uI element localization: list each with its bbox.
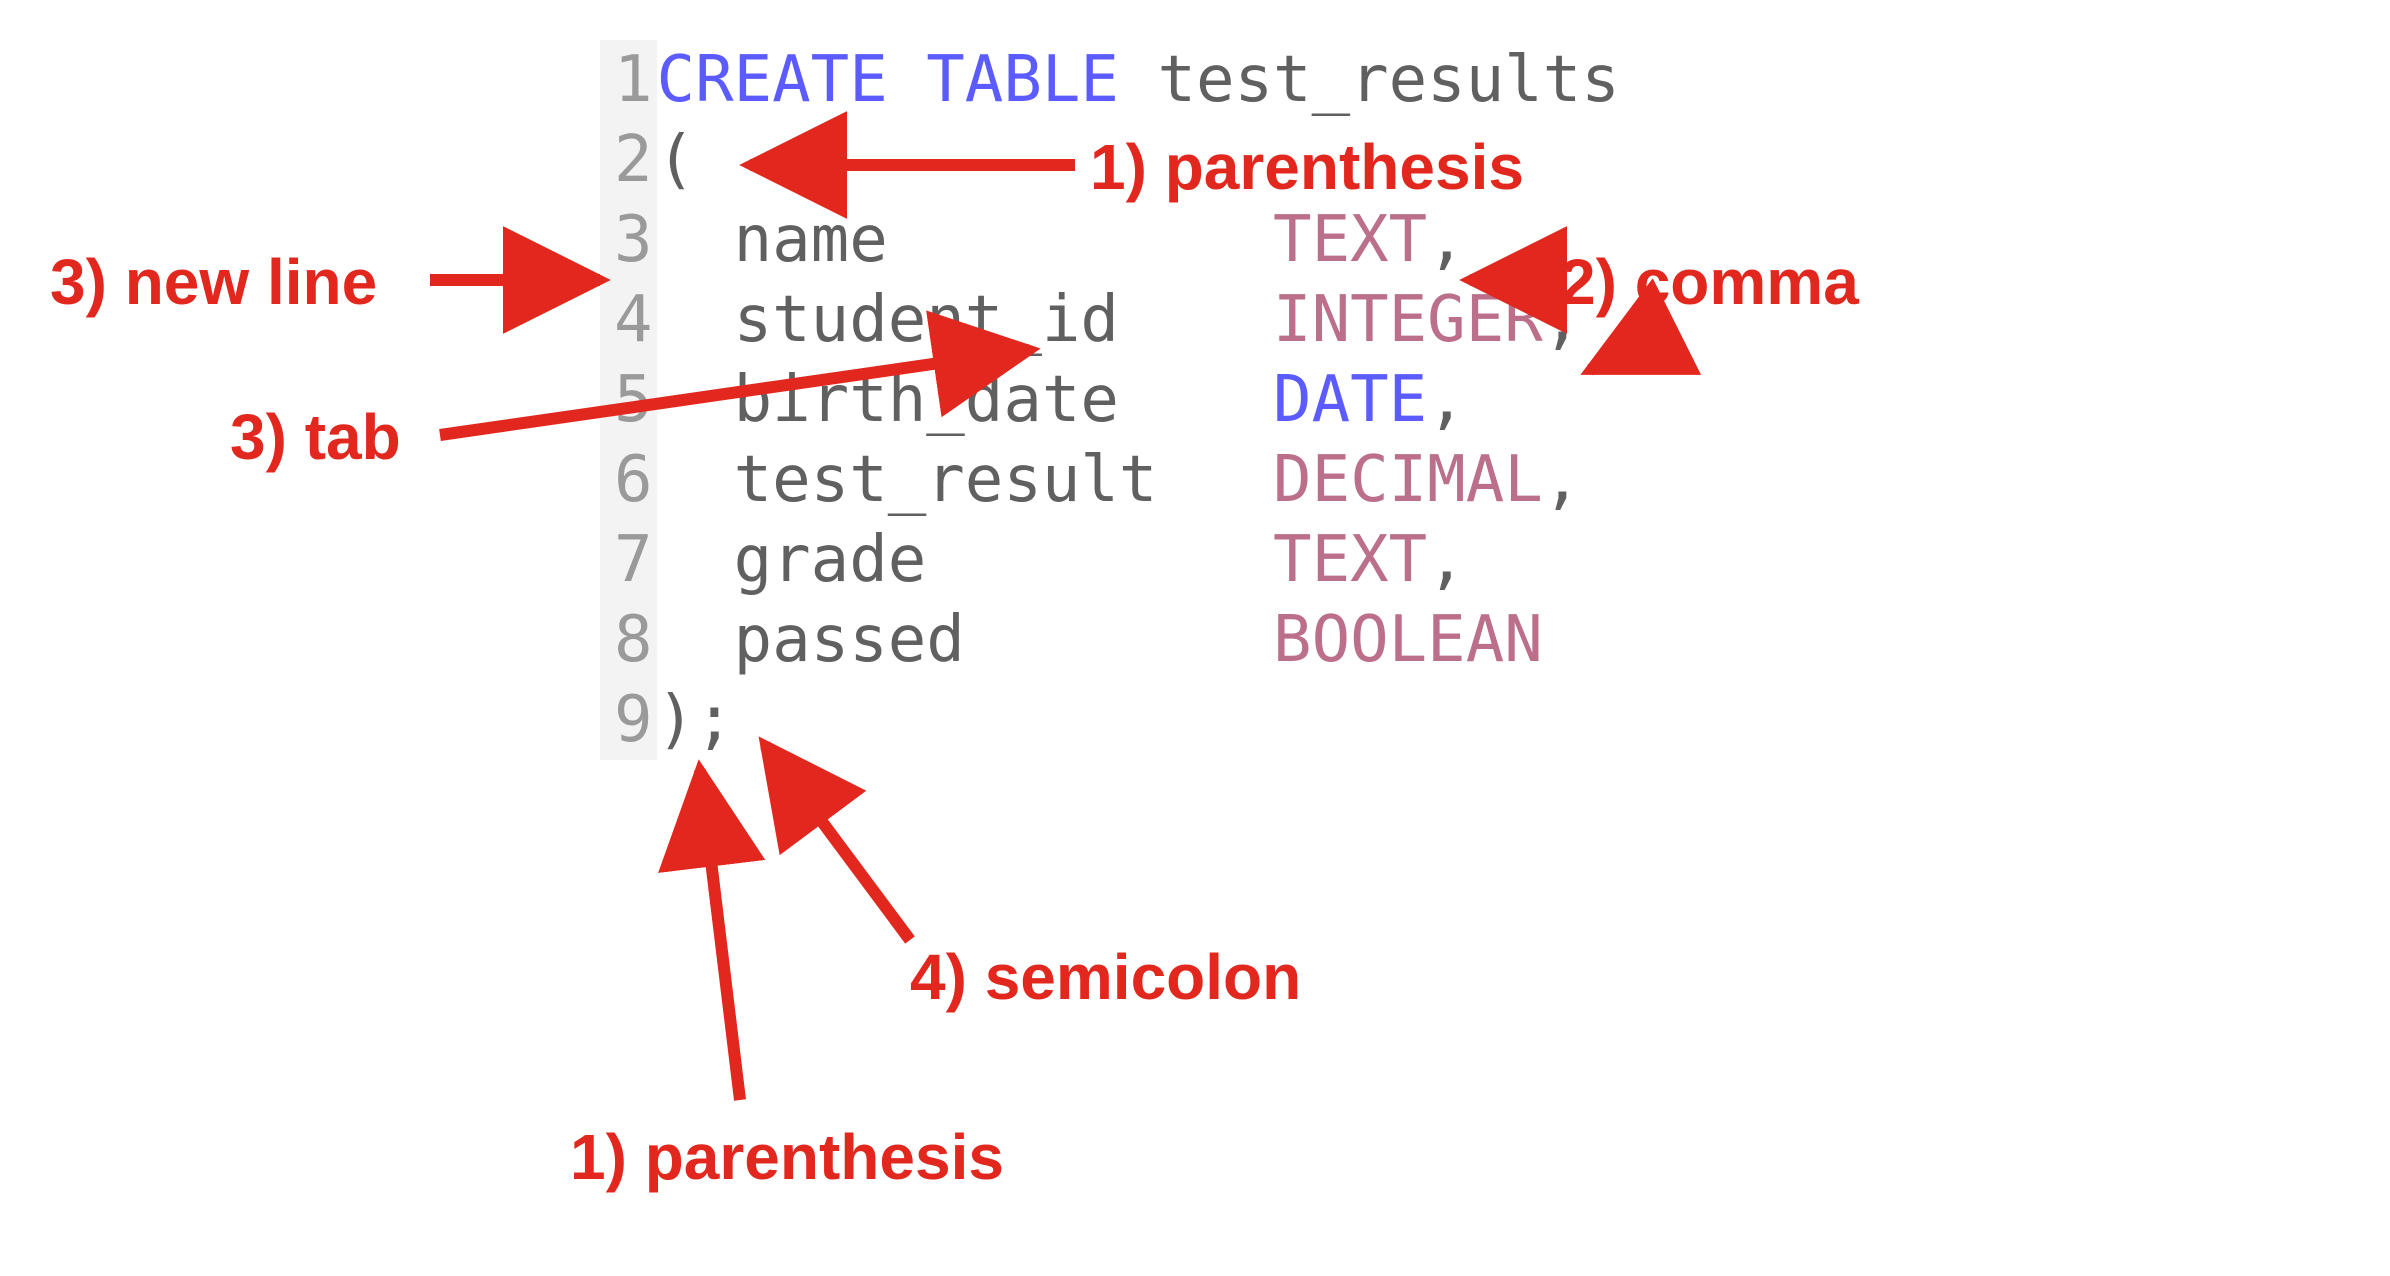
code-token: test_result bbox=[657, 443, 1274, 517]
annotation-parenthesis-bottom: 1) parenthesis bbox=[570, 1120, 1004, 1194]
code-line: test_result DECIMAL, bbox=[657, 440, 1620, 520]
code-line: name TEXT, bbox=[657, 200, 1620, 280]
annotation-parenthesis-top: 1) parenthesis bbox=[1090, 130, 1524, 204]
code-token: INTEGER bbox=[1273, 283, 1543, 357]
code-token bbox=[1119, 43, 1158, 117]
line-number: 2 bbox=[614, 120, 653, 200]
code-token: TEXT bbox=[1273, 523, 1427, 597]
code-token: ; bbox=[695, 683, 734, 757]
code-token: CREATE TABLE bbox=[657, 43, 1119, 117]
code-token: ) bbox=[657, 683, 696, 757]
line-number: 1 bbox=[614, 40, 653, 120]
code-line: student_id INTEGER, bbox=[657, 280, 1620, 360]
arrow-semicolon bbox=[765, 745, 910, 940]
line-number: 8 bbox=[614, 600, 653, 680]
line-number: 5 bbox=[614, 360, 653, 440]
code-token: DECIMAL bbox=[1273, 443, 1543, 517]
annotation-new-line: 3) new line bbox=[50, 245, 377, 319]
line-number: 7 bbox=[614, 520, 653, 600]
code-line: grade TEXT, bbox=[657, 520, 1620, 600]
code-line: passed BOOLEAN bbox=[657, 600, 1620, 680]
line-number: 4 bbox=[614, 280, 653, 360]
code-token: DATE bbox=[1273, 363, 1427, 437]
code-token: , bbox=[1427, 363, 1466, 437]
line-number: 3 bbox=[614, 200, 653, 280]
arrow-parenthesis-bottom bbox=[700, 770, 740, 1100]
code-line: birth_date DATE, bbox=[657, 360, 1620, 440]
code-line: CREATE TABLE test_results bbox=[657, 40, 1620, 120]
code-token: student_id bbox=[657, 283, 1274, 357]
annotation-tab: 3) tab bbox=[230, 400, 401, 474]
code-token: test_results bbox=[1157, 43, 1619, 117]
code-token: grade bbox=[657, 523, 1274, 597]
line-number-gutter: 123456789 bbox=[600, 40, 657, 760]
line-number: 6 bbox=[614, 440, 653, 520]
code-line: ); bbox=[657, 680, 1620, 760]
code-token: BOOLEAN bbox=[1273, 603, 1543, 677]
code-token: passed bbox=[657, 603, 1274, 677]
code-token: , bbox=[1427, 523, 1466, 597]
code-token: TEXT bbox=[1273, 203, 1427, 277]
code-token: , bbox=[1543, 443, 1582, 517]
code-token: name bbox=[657, 203, 1274, 277]
annotation-comma: 2) comma bbox=[1560, 245, 1859, 319]
line-number: 9 bbox=[614, 680, 653, 760]
code-token: ( bbox=[657, 123, 696, 197]
annotation-semicolon: 4) semicolon bbox=[910, 940, 1301, 1014]
code-token: , bbox=[1427, 203, 1466, 277]
code-token: birth_date bbox=[657, 363, 1274, 437]
